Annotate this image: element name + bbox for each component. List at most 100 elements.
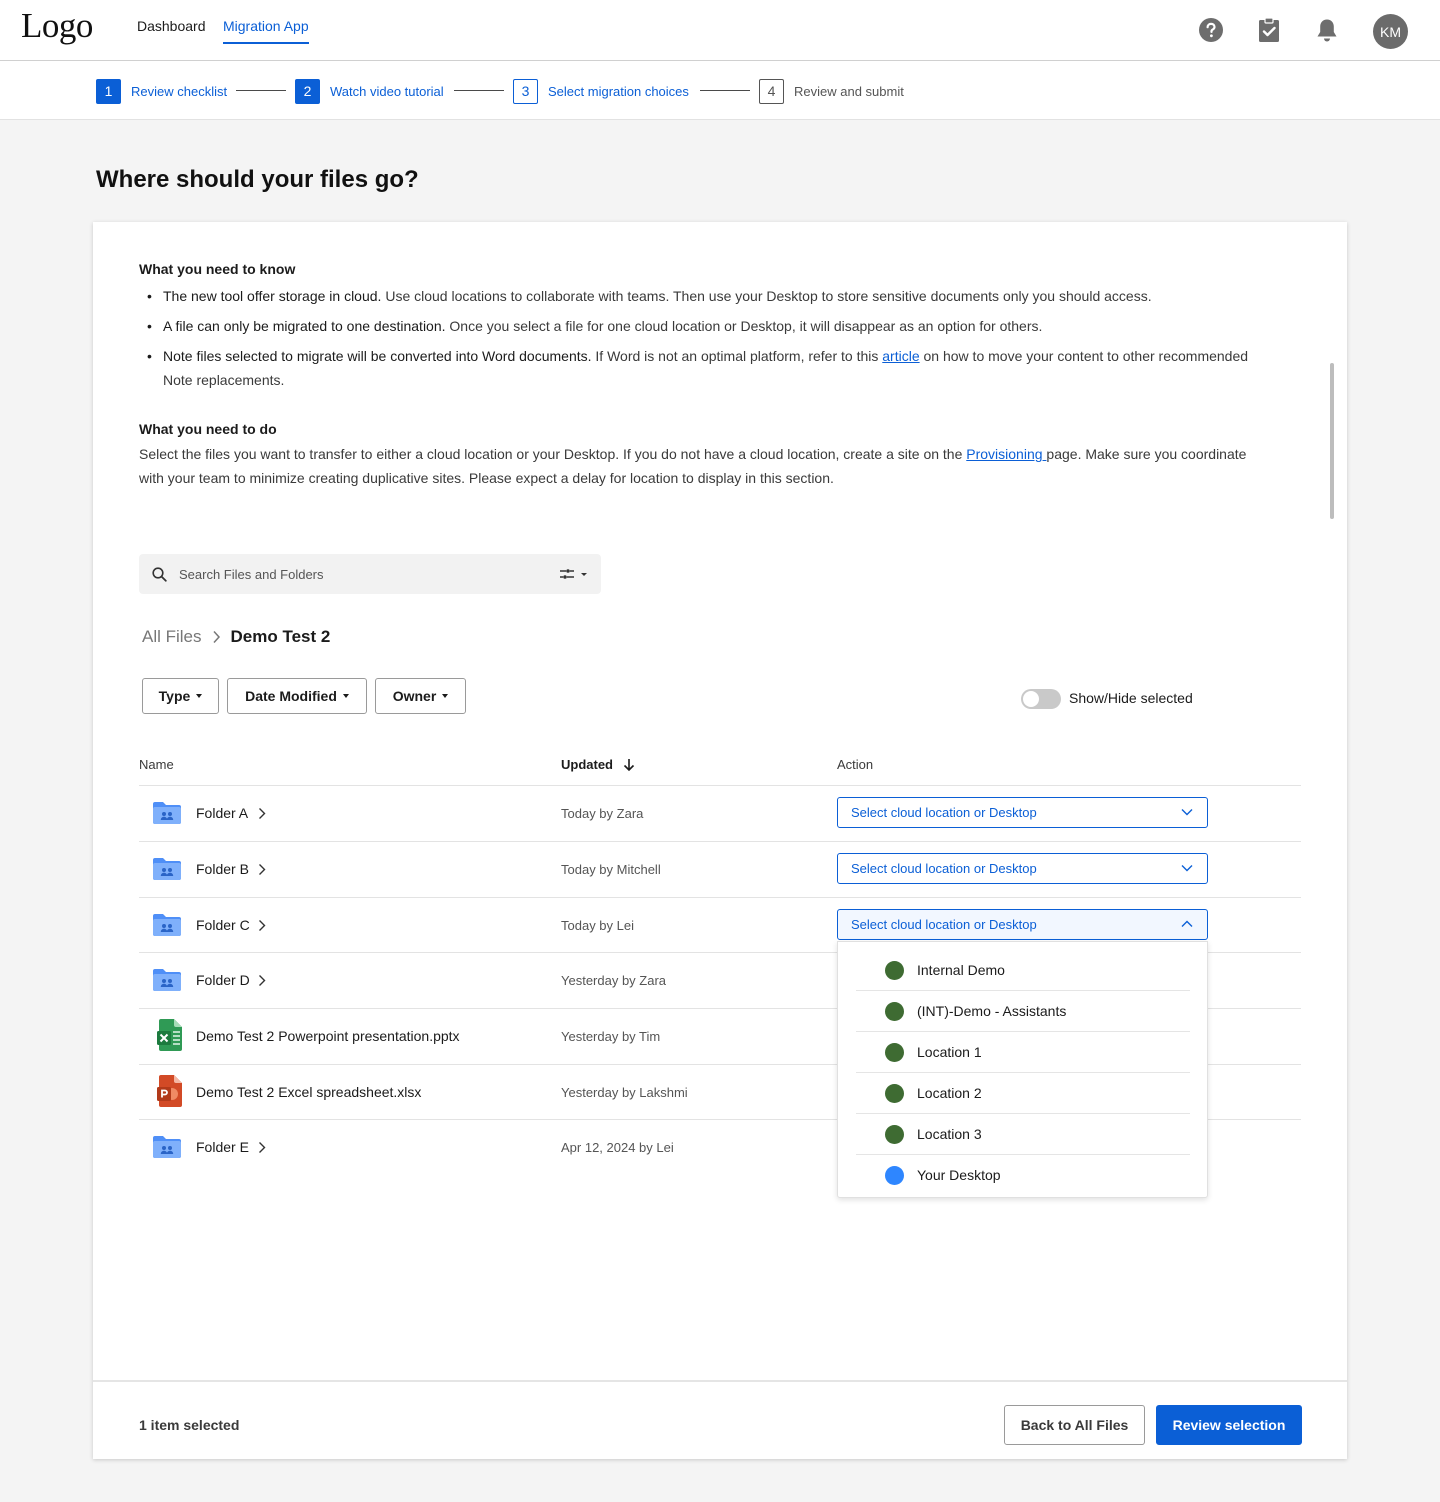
file-name[interactable]: Folder E xyxy=(196,1139,249,1155)
location-dot-icon xyxy=(885,1084,904,1103)
nav-link-migration-app[interactable]: Migration App xyxy=(223,18,309,44)
caret-down-icon xyxy=(342,694,349,698)
step-label: Review checklist xyxy=(131,83,228,99)
location-dot-icon xyxy=(885,1043,904,1062)
table-row[interactable]: Folder B Today by Mitchell Select cloud … xyxy=(139,842,1301,897)
page-title: Where should your files go? xyxy=(96,166,419,193)
chevron-down-icon xyxy=(1181,865,1193,872)
caret-down-icon xyxy=(442,694,449,698)
file-name[interactable]: Folder A xyxy=(196,805,248,821)
arrow-down-icon xyxy=(623,758,635,771)
option-label: Internal Demo xyxy=(917,962,1005,978)
column-header-updated[interactable]: Updated xyxy=(561,757,635,772)
search-icon xyxy=(152,567,167,582)
step-number: 2 xyxy=(295,78,320,104)
excel-file-icon xyxy=(157,1019,182,1051)
filter-type-button[interactable]: Type xyxy=(142,678,219,714)
chevron-down-icon xyxy=(1181,809,1193,816)
chevron-right-icon xyxy=(212,630,220,644)
destination-dropdown-menu: Internal Demo (INT)-Demo - Assistants Lo… xyxy=(837,941,1208,1198)
powerpoint-file-icon xyxy=(157,1075,182,1107)
step-review-and-submit[interactable]: 4 Review and submit xyxy=(759,78,904,104)
location-dot-icon xyxy=(885,961,904,980)
nav-link-dashboard[interactable]: Dashboard xyxy=(137,18,206,44)
option-label: (INT)-Demo - Assistants xyxy=(917,1003,1067,1019)
updated-text: Today by Mitchell xyxy=(561,862,661,877)
destination-select[interactable]: Select cloud location or Desktop xyxy=(837,853,1208,884)
destination-select[interactable]: Select cloud location or Desktop xyxy=(837,797,1208,828)
step-label: Select migration choices xyxy=(548,83,689,99)
show-hide-selected-toggle[interactable] xyxy=(1021,689,1061,709)
shared-folder-icon xyxy=(153,1136,181,1158)
logo[interactable]: Logo xyxy=(21,6,93,46)
column-header-name[interactable]: Name xyxy=(139,757,174,772)
dropdown-option-internal-demo[interactable]: Internal Demo xyxy=(856,950,1190,991)
back-to-all-files-button[interactable]: Back to All Files xyxy=(1004,1405,1145,1445)
info-bullets: The new tool offer storage in cloud. Use… xyxy=(139,284,1249,398)
card-footer: 1 item selected Back to All Files Review… xyxy=(93,1380,1347,1459)
updated-text: Yesterday by Lakshmi xyxy=(561,1085,688,1100)
step-connector xyxy=(700,90,750,91)
avatar[interactable]: KM xyxy=(1373,14,1408,49)
shared-folder-icon xyxy=(153,914,181,936)
updated-text: Yesterday by Tim xyxy=(561,1029,661,1044)
shared-folder-icon xyxy=(153,858,181,880)
search-input[interactable] xyxy=(179,554,549,594)
help-icon[interactable] xyxy=(1198,17,1224,43)
provisioning-link[interactable]: Provisioning xyxy=(966,446,1046,462)
article-link[interactable]: article xyxy=(882,348,919,364)
dropdown-option-location-2[interactable]: Location 2 xyxy=(856,1073,1190,1114)
updated-text: Today by Zara xyxy=(561,806,644,821)
chevron-right-icon[interactable] xyxy=(258,974,266,987)
filter-settings-icon[interactable] xyxy=(559,568,591,580)
toggle-knob xyxy=(1023,691,1039,707)
toggle-label: Show/Hide selected xyxy=(1069,690,1193,706)
location-dot-icon xyxy=(885,1002,904,1021)
breadcrumb: All Files Demo Test 2 xyxy=(142,627,330,647)
chevron-right-icon[interactable] xyxy=(258,919,266,932)
chevron-right-icon[interactable] xyxy=(258,863,266,876)
step-connector xyxy=(454,90,504,91)
destination-select-open[interactable]: Select cloud location or Desktop xyxy=(837,909,1208,940)
step-review-checklist[interactable]: 1 Review checklist xyxy=(96,78,227,104)
clipboard-check-icon[interactable] xyxy=(1256,17,1282,43)
step-number: 3 xyxy=(513,78,538,104)
step-number: 1 xyxy=(96,78,121,104)
updated-text: Apr 12, 2024 by Lei xyxy=(561,1140,674,1155)
bell-icon[interactable] xyxy=(1314,17,1340,43)
step-select-migration-choices[interactable]: 3 Select migration choices xyxy=(513,78,689,104)
review-selection-button[interactable]: Review selection xyxy=(1156,1405,1302,1445)
info-bullet: Note files selected to migrate will be c… xyxy=(139,344,1249,392)
info-bullet: The new tool offer storage in cloud. Use… xyxy=(139,284,1249,308)
filter-owner-button[interactable]: Owner xyxy=(375,678,466,714)
file-name[interactable]: Folder D xyxy=(196,972,250,988)
what-you-need-to-do-heading: What you need to do xyxy=(139,421,277,437)
progress-stepper: 1 Review checklist 2 Watch video tutoria… xyxy=(0,61,1440,120)
scrollbar[interactable] xyxy=(1330,363,1334,519)
filter-date-modified-button[interactable]: Date Modified xyxy=(227,678,367,714)
chevron-right-icon[interactable] xyxy=(258,807,266,820)
file-name[interactable]: Folder B xyxy=(196,861,249,877)
breadcrumb-all-files[interactable]: All Files xyxy=(142,627,202,647)
what-you-need-to-know-heading: What you need to know xyxy=(139,261,296,277)
shared-folder-icon xyxy=(153,969,181,991)
desktop-dot-icon xyxy=(885,1166,904,1185)
dropdown-option-int-demo-assistants[interactable]: (INT)-Demo - Assistants xyxy=(856,991,1190,1032)
shared-folder-icon xyxy=(153,802,181,824)
step-connector xyxy=(236,90,286,91)
file-name[interactable]: Folder C xyxy=(196,917,250,933)
file-name[interactable]: Demo Test 2 Powerpoint presentation.pptx xyxy=(196,1028,460,1044)
dropdown-option-your-desktop[interactable]: Your Desktop xyxy=(856,1155,1190,1196)
dropdown-option-location-3[interactable]: Location 3 xyxy=(856,1114,1190,1155)
step-label: Watch video tutorial xyxy=(330,83,444,99)
info-bullet: A file can only be migrated to one desti… xyxy=(139,314,1249,338)
table-row[interactable]: Folder A Today by Zara Select cloud loca… xyxy=(139,786,1301,841)
chevron-right-icon[interactable] xyxy=(258,1141,266,1154)
column-header-action: Action xyxy=(837,757,874,772)
updated-text: Today by Lei xyxy=(561,918,634,933)
file-name[interactable]: Demo Test 2 Excel spreadsheet.xlsx xyxy=(196,1084,421,1100)
chevron-up-icon xyxy=(1181,920,1193,927)
dropdown-option-location-1[interactable]: Location 1 xyxy=(856,1032,1190,1073)
migration-card: What you need to know The new tool offer… xyxy=(93,222,1347,1459)
step-watch-video-tutorial[interactable]: 2 Watch video tutorial xyxy=(295,78,444,104)
